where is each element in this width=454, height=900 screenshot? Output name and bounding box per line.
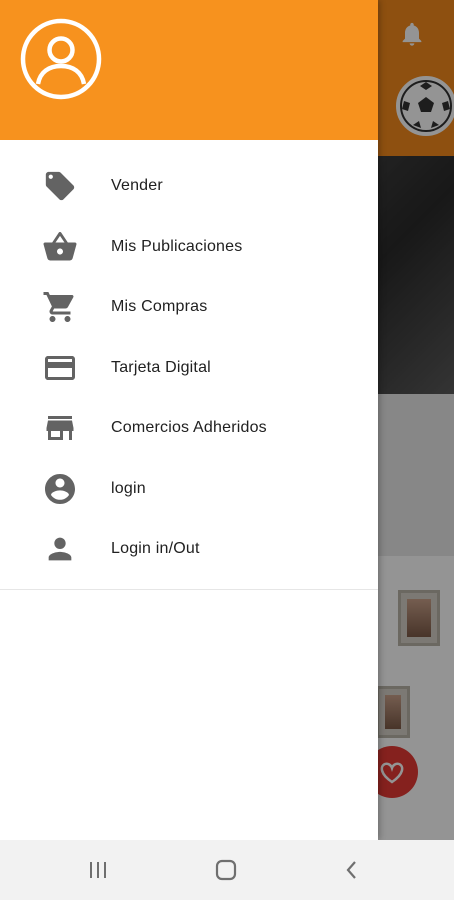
menu-item-label: Tarjeta Digital	[111, 358, 211, 376]
menu-item-mis-publicaciones[interactable]: Mis Publicaciones	[0, 217, 378, 278]
menu-item-label: login	[111, 479, 146, 497]
account-circle-icon	[42, 471, 78, 507]
person-icon	[42, 531, 78, 567]
recents-icon	[90, 862, 106, 878]
drawer-menu: Vender Mis Publicaciones Mis Compras Tar…	[0, 156, 378, 580]
menu-item-label: Mis Compras	[111, 298, 208, 316]
credit-card-icon	[42, 350, 78, 386]
menu-item-login-in-out[interactable]: Login in/Out	[0, 519, 378, 580]
back-button[interactable]	[312, 840, 392, 900]
menu-item-vender[interactable]: Vender	[0, 156, 378, 217]
system-navigation-bar	[0, 840, 454, 900]
menu-item-login[interactable]: login	[0, 459, 378, 520]
drawer-header	[0, 0, 378, 140]
menu-item-comercios-adheridos[interactable]: Comercios Adheridos	[0, 398, 378, 459]
account-circle-icon[interactable]	[20, 18, 102, 100]
tag-icon	[42, 168, 78, 204]
basket-icon	[42, 229, 78, 265]
menu-item-label: Vender	[111, 177, 163, 195]
menu-item-label: Comercios Adheridos	[111, 419, 267, 437]
back-icon	[346, 861, 356, 879]
recents-button[interactable]	[58, 840, 138, 900]
menu-item-mis-compras[interactable]: Mis Compras	[0, 277, 378, 338]
menu-item-tarjeta-digital[interactable]: Tarjeta Digital	[0, 338, 378, 399]
menu-item-label: Login in/Out	[111, 540, 200, 558]
cart-icon	[42, 289, 78, 325]
menu-item-label: Mis Publicaciones	[111, 237, 243, 255]
store-icon	[42, 410, 78, 446]
home-icon	[215, 859, 237, 881]
divider	[0, 589, 378, 590]
navigation-drawer: Vender Mis Publicaciones Mis Compras Tar…	[0, 0, 378, 840]
home-button[interactable]	[186, 840, 266, 900]
